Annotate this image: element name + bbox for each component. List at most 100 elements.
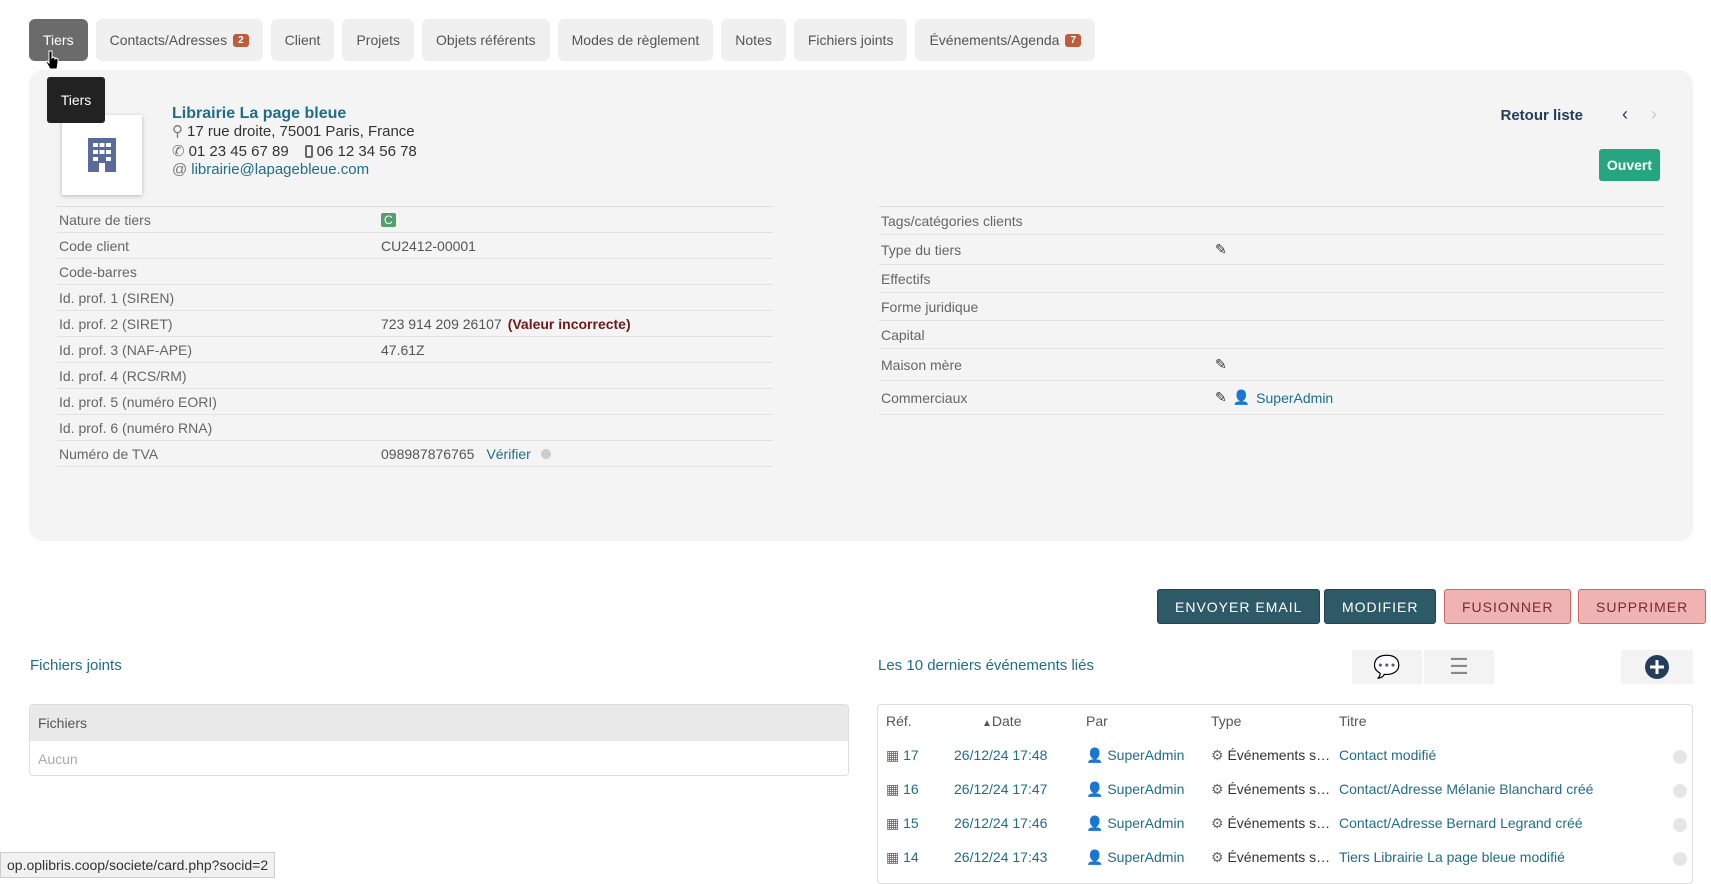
event-type: ⚙ Événements système — [1211, 747, 1331, 764]
event-ref: 15 — [903, 815, 919, 831]
tab-fichiers[interactable]: Fichiers joints — [793, 19, 908, 61]
event-ref-link[interactable]: ▦ 16 — [886, 781, 919, 798]
calendar-icon: ▦ — [886, 815, 900, 831]
mouse-pointer-icon — [45, 50, 59, 70]
gear-icon: ⚙ — [1211, 747, 1224, 763]
event-type: ⚙ Événements système — [1211, 781, 1331, 798]
timeline-view-button[interactable]: 💬 — [1352, 650, 1422, 684]
field-value: ✎ — [1215, 356, 1227, 373]
field-row: Id. prof. 5 (numéro EORI) — [57, 389, 773, 415]
mobile-text: 06 12 34 56 78 — [316, 142, 417, 160]
column-header-by[interactable]: Par — [1086, 713, 1108, 729]
status-badge: Ouvert — [1598, 149, 1660, 181]
tab-label: Objets référents — [436, 32, 536, 48]
merge-button[interactable]: FUSIONNER — [1444, 589, 1572, 624]
event-date: 26/12/24 17:43 — [954, 849, 1048, 865]
verify-vat-link[interactable]: Vérifier — [486, 446, 530, 462]
field-label: Nature de tiers — [59, 211, 151, 228]
event-ref-link[interactable]: ▦ 17 — [886, 747, 919, 764]
field-row: Id. prof. 6 (numéro RNA) — [57, 415, 773, 441]
table-row: ▦ 14 26/12/24 17:43 👤 SuperAdmin ⚙ Événe… — [878, 841, 1692, 875]
column-header-ref[interactable]: Réf. — [886, 713, 912, 729]
field-label: Commerciaux — [881, 389, 968, 406]
column-header-type[interactable]: Type — [1211, 713, 1241, 729]
field-row: Id. prof. 2 (SIRET) 723 914 209 26107 (V… — [57, 311, 773, 337]
event-title-link[interactable]: Contact/Adresse Bernard Legrand créé — [1339, 815, 1583, 831]
next-icon[interactable]: › — [1651, 104, 1657, 125]
files-empty-text: Aucun — [38, 751, 78, 767]
tab-label: Tiers — [43, 32, 74, 48]
tab-evenements[interactable]: Événements/Agenda 7 — [915, 19, 1095, 61]
email-link[interactable]: librairie@lapagebleue.com — [191, 161, 369, 178]
event-date: 26/12/24 17:46 — [954, 815, 1048, 831]
status-dot-icon — [1673, 818, 1687, 832]
edit-pencil-icon[interactable]: ✎ — [1215, 356, 1227, 373]
table-row: ▦ 15 26/12/24 17:46 👤 SuperAdmin ⚙ Événe… — [878, 807, 1692, 841]
field-label: Code client — [59, 237, 130, 254]
tab-contacts[interactable]: Contacts/Adresses 2 — [95, 19, 263, 61]
event-type-label: Événements système — [1227, 849, 1331, 865]
tooltip: Tiers — [47, 77, 105, 123]
sort-asc-icon: ▲ — [982, 718, 992, 729]
nature-tag: C — [381, 212, 396, 227]
event-ref-link[interactable]: ▦ 14 — [886, 849, 919, 866]
tab-label: Notes — [735, 32, 772, 48]
chat-bubbles-icon: 💬 — [1373, 654, 1401, 679]
field-label: Id. prof. 2 (SIRET) — [59, 315, 173, 332]
event-date: 26/12/24 17:47 — [954, 781, 1048, 797]
calendar-icon: ▦ — [886, 747, 900, 763]
company-name-link[interactable]: Librairie La page bleue — [172, 105, 346, 123]
tab-projets[interactable]: Projets — [342, 19, 415, 61]
event-date: 26/12/24 17:48 — [954, 747, 1048, 763]
event-ref: 17 — [903, 747, 919, 763]
previous-icon[interactable]: ‹ — [1622, 104, 1628, 125]
send-email-button[interactable]: ENVOYER EMAIL — [1157, 589, 1321, 624]
tab-notes[interactable]: Notes — [721, 19, 786, 61]
event-user: SuperAdmin — [1107, 781, 1185, 797]
company-card: Librairie La page bleue ⚲ 17 rue droite,… — [29, 70, 1693, 541]
tab-label: Contacts/Adresses — [109, 32, 228, 48]
event-user-link[interactable]: 👤 SuperAdmin — [1086, 781, 1184, 798]
tab-label: Événements/Agenda — [929, 32, 1060, 48]
status-dot-icon — [1673, 852, 1687, 866]
event-user-link[interactable]: 👤 SuperAdmin — [1086, 747, 1184, 764]
field-label: Id. prof. 1 (SIREN) — [59, 289, 175, 306]
browser-status-url: op.oplibris.coop/societe/card.php?socid=… — [0, 852, 276, 878]
files-section-title[interactable]: Fichiers joints — [30, 657, 122, 674]
field-row: Code client CU2412-00001 — [57, 233, 773, 259]
event-user-link[interactable]: 👤 SuperAdmin — [1086, 815, 1184, 832]
event-ref: 16 — [903, 781, 919, 797]
field-value: 723 914 209 26107 (Valeur incorrecte) — [381, 316, 631, 332]
field-label: Id. prof. 4 (RCS/RM) — [59, 367, 187, 384]
list-view-button[interactable]: ☰ — [1424, 650, 1494, 684]
field-row: Commerciaux ✎ 👤 SuperAdmin — [879, 381, 1664, 415]
edit-pencil-icon[interactable]: ✎ — [1215, 389, 1227, 406]
event-user-link[interactable]: 👤 SuperAdmin — [1086, 849, 1184, 866]
event-title-link[interactable]: Contact modifié — [1339, 747, 1436, 763]
column-header-title[interactable]: Titre — [1339, 713, 1366, 729]
email-line: @ librairie@lapagebleue.com — [172, 161, 369, 178]
event-title-link[interactable]: Tiers Librairie La page bleue modifié — [1339, 849, 1565, 865]
field-value: 47.61Z — [381, 341, 425, 358]
column-header-date[interactable]: ▲Date — [982, 713, 1021, 729]
files-table: Fichiers Aucun — [29, 704, 849, 776]
modify-button[interactable]: MODIFIER — [1324, 589, 1437, 624]
field-row: Id. prof. 1 (SIREN) — [57, 285, 773, 311]
event-type-label: Événements système — [1227, 747, 1331, 763]
tab-client[interactable]: Client — [270, 19, 335, 61]
events-section-title[interactable]: Les 10 derniers événements liés — [878, 657, 1094, 674]
add-event-button[interactable] — [1621, 650, 1693, 684]
event-type: ⚙ Événements système — [1211, 815, 1331, 832]
edit-pencil-icon[interactable]: ✎ — [1215, 241, 1227, 258]
delete-button[interactable]: SUPPRIMER — [1578, 589, 1707, 624]
tab-modes-reglement[interactable]: Modes de règlement — [557, 19, 714, 61]
tab-label: Projets — [356, 32, 401, 48]
tab-objets[interactable]: Objets référents — [422, 19, 550, 61]
files-header: Fichiers — [30, 705, 848, 741]
event-title-link[interactable]: Contact/Adresse Mélanie Blanchard créé — [1339, 781, 1593, 797]
event-type-label: Événements système — [1227, 815, 1331, 831]
sales-rep-link[interactable]: SuperAdmin — [1256, 390, 1333, 406]
back-to-list-link[interactable]: Retour liste — [1500, 107, 1583, 124]
event-type: ⚙ Événements système — [1211, 849, 1331, 866]
event-ref-link[interactable]: ▦ 15 — [886, 815, 919, 832]
